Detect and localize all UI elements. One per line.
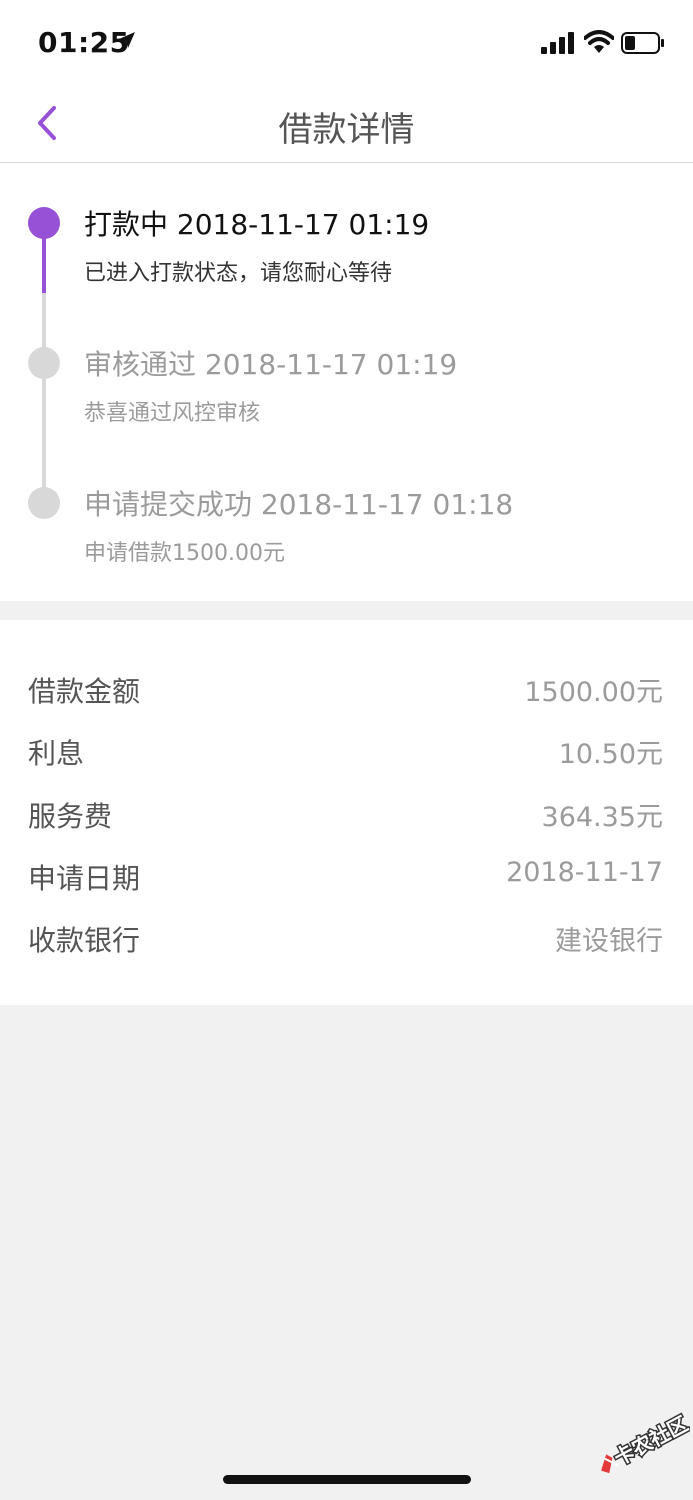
- detail-value: 10.50元: [558, 739, 663, 770]
- home-indicator[interactable]: [223, 1475, 471, 1484]
- detail-label: 申请日期: [28, 862, 141, 895]
- status-time: 01:25: [38, 26, 130, 59]
- detail-value: 1500.00元: [524, 677, 663, 708]
- timeline-item-desc: 恭喜通过风控审核: [84, 401, 261, 426]
- battery-icon: [621, 32, 664, 54]
- watermark-logo: 卡农社区: [601, 1410, 690, 1474]
- detail-row-service-fee: 服务费 364.35元: [0, 795, 693, 835]
- detail-value: 建设银行: [555, 926, 663, 957]
- nav-bar: 借款详情: [0, 82, 693, 163]
- page-title: 借款详情: [278, 110, 415, 150]
- timeline-item-desc: 申请借款1500.00元: [84, 541, 285, 566]
- timeline-item-title: 打款中 2018-11-17 01:19: [84, 208, 430, 241]
- cellular-signal-icon: [541, 32, 574, 54]
- detail-label: 服务费: [28, 800, 113, 833]
- location-arrow-icon: [119, 32, 135, 48]
- timeline-connector: [42, 293, 46, 353]
- loan-progress-timeline: 打款中 2018-11-17 01:19 已进入打款状态，请您耐心等待 审核通过…: [0, 163, 693, 601]
- loan-details-card: 借款金额 1500.00元 利息 10.50元 服务费 364.35元 申请日期…: [0, 620, 693, 1005]
- detail-label: 收款银行: [28, 924, 141, 957]
- timeline-dot-active: [28, 207, 60, 239]
- timeline-item-title: 审核通过 2018-11-17 01:19: [84, 348, 458, 381]
- wifi-icon: [584, 30, 614, 53]
- timeline-connector: [42, 363, 46, 488]
- watermark-text: 卡农社区: [610, 1411, 690, 1470]
- timeline-item-desc: 已进入打款状态，请您耐心等待: [84, 261, 393, 286]
- detail-row-interest: 利息 10.50元: [0, 732, 693, 772]
- status-bar: 01:25: [0, 0, 693, 82]
- detail-label: 借款金额: [28, 675, 141, 708]
- timeline-item-title: 申请提交成功 2018-11-17 01:18: [84, 488, 514, 521]
- detail-row-receiving-bank: 收款银行 建设银行: [0, 919, 693, 959]
- timeline-dot: [28, 347, 60, 379]
- detail-row-apply-date: 申请日期 2018-11-17: [0, 857, 693, 897]
- detail-value: 364.35元: [541, 802, 663, 833]
- detail-value: 2018-11-17: [506, 857, 663, 888]
- detail-row-loan-amount: 借款金额 1500.00元: [0, 670, 693, 710]
- timeline-dot: [28, 487, 60, 519]
- detail-label: 利息: [28, 737, 85, 770]
- timeline-connector-active: [42, 233, 46, 293]
